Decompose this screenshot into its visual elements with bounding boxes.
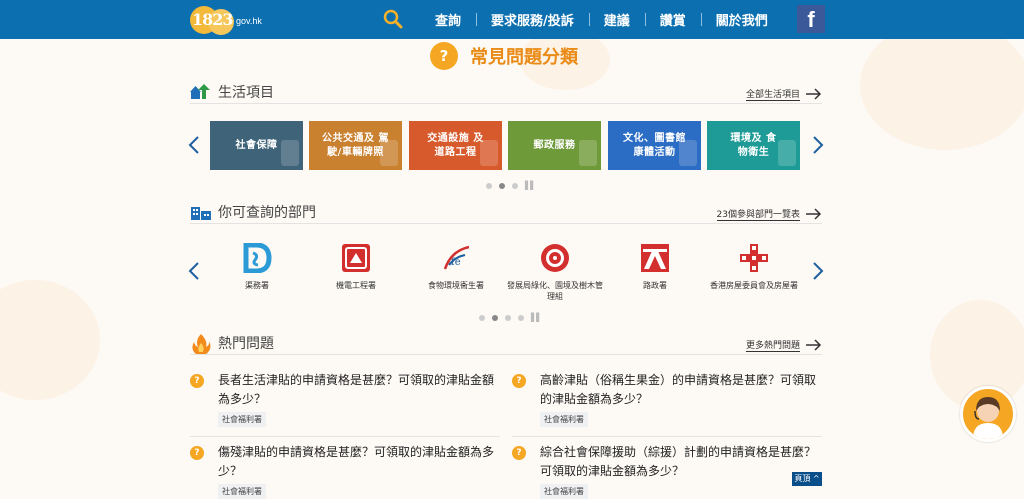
question-text[interactable]: 高齡津貼（俗稱生果金）的申請資格是甚麼？可領取的津貼金額為多少？ bbox=[540, 371, 822, 409]
dept-drainage-services[interactable]: 渠務署 bbox=[207, 242, 307, 291]
dept-highways[interactable]: 路政署 bbox=[605, 243, 705, 291]
background-bubble bbox=[0, 280, 100, 400]
nav-suggestion[interactable]: 建議 bbox=[588, 10, 645, 29]
nav-service-request[interactable]: 要求服務/投訴 bbox=[476, 10, 589, 29]
hot-questions-title: 熱門問題 bbox=[218, 336, 274, 352]
hk-emblem-icon bbox=[540, 243, 570, 273]
nav-enquiry[interactable]: 查詢 bbox=[420, 10, 476, 29]
question-mark-icon: ? bbox=[512, 374, 526, 388]
arrow-right-icon[interactable] bbox=[806, 85, 822, 100]
search-icon[interactable] bbox=[383, 9, 403, 29]
more-hot-questions-link[interactable]: 更多熱門問題 bbox=[745, 338, 800, 352]
carousel-dot[interactable] bbox=[499, 182, 505, 189]
building-icon bbox=[190, 202, 212, 222]
life-prev-arrow-icon[interactable] bbox=[188, 136, 200, 154]
chatbot-avatar-icon[interactable] bbox=[960, 386, 1016, 442]
life-tile-traffic-facilities[interactable]: 交通設施 及道路工程 bbox=[409, 121, 502, 170]
facebook-icon[interactable]: f bbox=[797, 5, 825, 33]
department-tag: 社會福利署 bbox=[540, 484, 588, 499]
question-mark-icon: ? bbox=[512, 446, 526, 460]
carousel-dot[interactable] bbox=[518, 314, 524, 321]
carousel-dot[interactable] bbox=[492, 314, 498, 321]
life-tile-postal[interactable]: 郵政服務 bbox=[508, 121, 601, 170]
question-badge-icon: ? bbox=[430, 42, 458, 70]
hot-question-item[interactable]: ? 高齡津貼（俗稱生果金）的申請資格是甚麼？可領取的津貼金額為多少？ 社會福利署 bbox=[512, 371, 822, 427]
hot-questions-section-header: 熱門問題 更多熱門問題 bbox=[190, 333, 822, 355]
departments-section-header: 你可查詢的部門 23個參與部門一覽表 bbox=[190, 202, 822, 224]
question-text[interactable]: 綜合社會保障援助（綜援）計劃的申請資格是甚麼？可領取的津貼金額為多少？ bbox=[540, 443, 822, 481]
carousel-dot[interactable] bbox=[505, 314, 511, 321]
life-tile-social-security[interactable]: 社會保障 bbox=[210, 121, 303, 170]
life-tile-public-transport[interactable]: 公共交通及 駕駛/車輛牌照 bbox=[309, 121, 402, 170]
site-logo[interactable]: 1823 gov.hk bbox=[190, 4, 270, 36]
life-tile-environment-food[interactable]: 環境及 食物衛生 bbox=[707, 121, 800, 170]
dept-next-arrow-icon[interactable] bbox=[812, 262, 824, 280]
background-bubble bbox=[860, 20, 1024, 150]
hot-question-item[interactable]: ? 綜合社會保障援助（綜援）計劃的申請資格是甚麼？可領取的津貼金額為多少？ 社會… bbox=[512, 443, 822, 499]
arrow-right-icon[interactable] bbox=[806, 336, 822, 351]
life-items-icon bbox=[190, 82, 212, 102]
department-tag: 社會福利署 bbox=[218, 412, 266, 427]
nav-about-us[interactable]: 關於我們 bbox=[700, 10, 783, 29]
housing-logo-icon bbox=[739, 243, 769, 273]
question-text[interactable]: 傷殘津貼的申請資格是甚麼？可領取的津貼金額為多少？ bbox=[218, 443, 500, 481]
svg-text:fe: fe bbox=[451, 257, 461, 268]
emsd-logo-icon bbox=[341, 243, 371, 273]
page-title: 常見問題分類 bbox=[470, 47, 578, 68]
drainage-logo-icon bbox=[242, 242, 272, 274]
dept-housing[interactable]: 香港房屋委員會及房屋署 bbox=[704, 243, 804, 291]
question-text[interactable]: 長者生活津貼的申請資格是甚麼？可領取的津貼金額為多少？ bbox=[218, 371, 500, 409]
dept-carousel-dots: ▌▌ bbox=[479, 313, 542, 322]
department-tag: 社會福利署 bbox=[218, 484, 266, 499]
highways-logo-icon bbox=[640, 243, 670, 273]
departments-section-title: 你可查詢的部門 bbox=[218, 205, 316, 221]
page-title-area: ? 常見問題分類 bbox=[430, 42, 578, 70]
main-nav: 查詢 要求服務/投訴 建議 讚賞 關於我們 bbox=[420, 0, 783, 39]
fehd-logo-icon: fe bbox=[441, 243, 471, 273]
dept-fehd[interactable]: fe 食物環境衞生署 bbox=[406, 243, 506, 291]
carousel-dot[interactable] bbox=[486, 182, 492, 189]
life-next-arrow-icon[interactable] bbox=[812, 136, 824, 154]
logo-domain: gov.hk bbox=[236, 16, 262, 26]
back-to-top-button[interactable]: 頁頂 ^ bbox=[792, 472, 822, 486]
fire-icon bbox=[190, 333, 212, 354]
life-section-title: 生活項目 bbox=[218, 85, 274, 101]
carousel-dot[interactable] bbox=[512, 182, 518, 189]
dept-emsd[interactable]: 機電工程署 bbox=[306, 243, 406, 291]
carousel-dot[interactable] bbox=[479, 314, 485, 321]
question-mark-icon: ? bbox=[190, 374, 204, 388]
departments-list-link[interactable]: 23個參與部門一覽表 bbox=[716, 207, 800, 221]
logo-text: 1823 bbox=[192, 10, 234, 29]
pause-icon[interactable]: ▌▌ bbox=[525, 181, 536, 190]
life-section-header: 生活項目 全部生活項目 bbox=[190, 82, 822, 104]
nav-compliment[interactable]: 讚賞 bbox=[644, 10, 701, 29]
arrow-right-icon[interactable] bbox=[806, 205, 822, 220]
hot-question-item[interactable]: ? 傷殘津貼的申請資格是甚麼？可領取的津貼金額為多少？ 社會福利署 bbox=[190, 443, 500, 499]
divider bbox=[512, 436, 822, 437]
dept-prev-arrow-icon[interactable] bbox=[188, 262, 200, 280]
divider bbox=[190, 436, 500, 437]
department-tag: 社會福利署 bbox=[540, 412, 588, 427]
question-mark-icon: ? bbox=[190, 446, 204, 460]
pause-icon[interactable]: ▌▌ bbox=[531, 313, 542, 322]
dept-greening-landscape[interactable]: 發展局綠化、園境及樹木管理組 bbox=[505, 243, 605, 302]
top-header: 1823 gov.hk 查詢 要求服務/投訴 建議 讚賞 關於我們 f bbox=[0, 0, 1024, 39]
hot-question-item[interactable]: ? 長者生活津貼的申請資格是甚麼？可領取的津貼金額為多少？ 社會福利署 bbox=[190, 371, 500, 427]
life-tile-culture-leisure[interactable]: 文化、圖書館 康體活動 bbox=[608, 121, 701, 170]
life-carousel-dots: ▌▌ bbox=[486, 181, 536, 190]
all-life-items-link[interactable]: 全部生活項目 bbox=[745, 87, 800, 101]
